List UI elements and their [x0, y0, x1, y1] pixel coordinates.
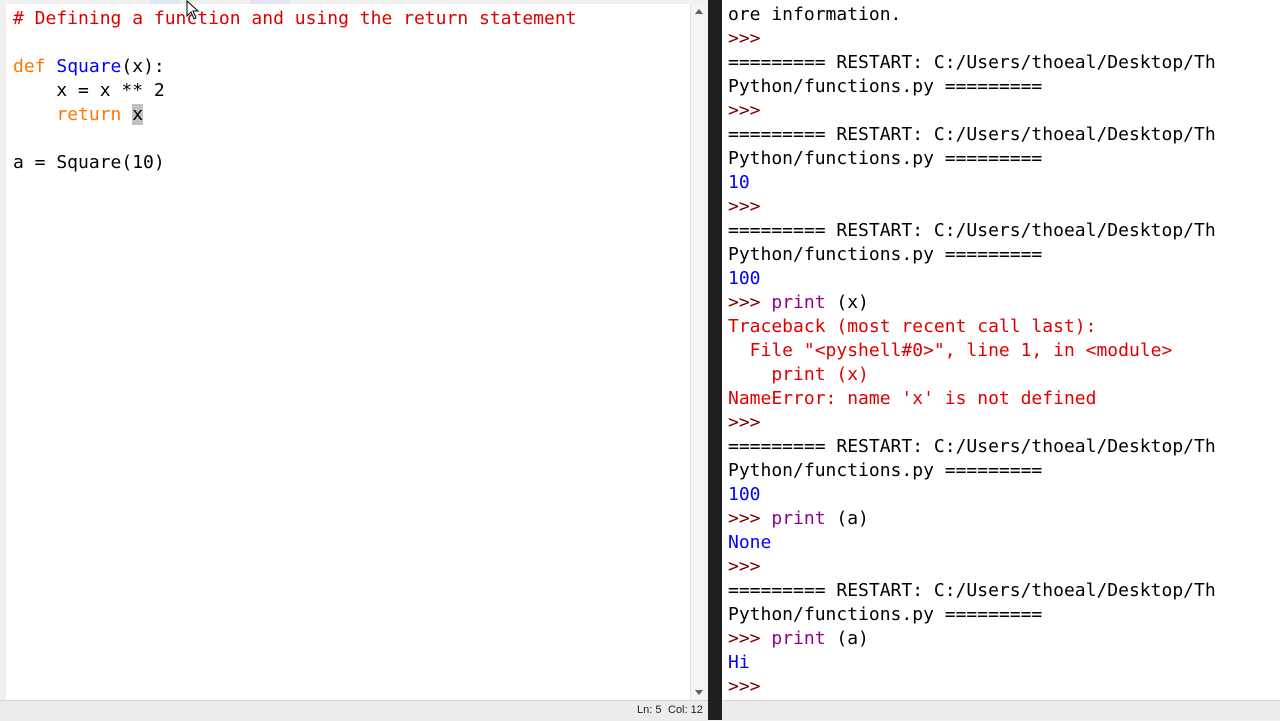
shell-line: None — [728, 531, 1216, 555]
code-token: >>> — [728, 100, 772, 121]
code-token: >>> — [728, 196, 772, 217]
code-token: return — [56, 104, 122, 125]
shell-line: >>> — [728, 195, 1216, 219]
code-token: # Defining a function and using the retu… — [13, 8, 577, 29]
shell-line: >>> — [728, 99, 1216, 123]
code-token: >>> — [728, 508, 772, 529]
shell-output: ore information. >>> ========= RESTART: C… — [728, 3, 1216, 699]
code-token: >>> — [728, 676, 772, 697]
arrow-up-icon[interactable] — [695, 9, 703, 14]
editor-line: return x — [13, 103, 577, 127]
status-line-number: Ln: 5 — [637, 704, 662, 716]
code-token: (x) — [825, 292, 869, 313]
shell-line: ore information. — [728, 3, 1216, 27]
shell-line: >>> — [728, 27, 1216, 51]
code-token: ========= RESTART: C:/Users/thoeal/Deskt… — [728, 436, 1216, 457]
code-token: >>> — [728, 412, 772, 433]
code-token: ========= RESTART: C:/Users/thoeal/Deskt… — [728, 52, 1216, 73]
shell-line: >>> print (a) — [728, 627, 1216, 651]
shell-status-bar — [722, 700, 1280, 720]
shell-line: Python/functions.py ========= — [728, 603, 1216, 627]
code-token: 10 — [728, 172, 750, 193]
shell-line: 10 — [728, 171, 1216, 195]
mouse-pointer-icon — [186, 0, 200, 20]
python-shell-window[interactable]: ore information. >>> ========= RESTART: C… — [722, 0, 1280, 720]
code-token: print — [771, 292, 826, 313]
shell-line: ========= RESTART: C:/Users/thoeal/Deskt… — [728, 51, 1216, 75]
editor-line: def Square(x): — [13, 55, 577, 79]
editor-line: # Defining a function and using the retu… — [13, 7, 577, 31]
code-token: >>> — [728, 556, 772, 577]
code-token: ========= RESTART: C:/Users/thoeal/Deskt… — [728, 220, 1216, 241]
shell-line: NameError: name 'x' is not defined — [728, 387, 1216, 411]
code-token: 100 — [728, 268, 761, 289]
code-token: Python/functions.py ========= — [728, 604, 1043, 625]
shell-line: ========= RESTART: C:/Users/thoeal/Deskt… — [728, 219, 1216, 243]
code-token: (a) — [825, 628, 869, 649]
shell-line: ========= RESTART: C:/Users/thoeal/Deskt… — [728, 123, 1216, 147]
shell-line: Traceback (most recent call last): — [728, 315, 1216, 339]
shell-line: File "<pyshell#0>", line 1, in <module> — [728, 339, 1216, 363]
editor-line: x = x ** 2 — [13, 79, 577, 103]
shell-line: >>> print (x) — [728, 291, 1216, 315]
code-token: 100 — [728, 484, 761, 505]
shell-line: ========= RESTART: C:/Users/thoeal/Deskt… — [728, 579, 1216, 603]
editor-window: # Defining a function and using the retu… — [0, 0, 708, 721]
shell-line: print (x) — [728, 363, 1216, 387]
window-divider — [708, 0, 722, 720]
code-token: Python/functions.py ========= — [728, 460, 1043, 481]
shell-line: Python/functions.py ========= — [728, 75, 1216, 99]
shell-line: >>> — [728, 411, 1216, 435]
shell-line: 100 — [728, 483, 1216, 507]
code-token: Hi — [728, 652, 750, 673]
code-token: ore information. — [728, 4, 902, 25]
shell-line: Hi — [728, 651, 1216, 675]
shell-line: >>> print (a) — [728, 507, 1216, 531]
code-token: >>> — [728, 28, 772, 49]
shell-line: Python/functions.py ========= — [728, 459, 1216, 483]
shell-line: Python/functions.py ========= — [728, 243, 1216, 267]
code-token: (x): — [121, 56, 165, 77]
code-token: def — [13, 56, 46, 77]
editor-vertical-scrollbar[interactable] — [690, 4, 707, 700]
code-token: x = x ** 2 — [13, 80, 165, 101]
editor-code: # Defining a function and using the retu… — [13, 7, 577, 175]
code-token: Traceback (most recent call last): — [728, 316, 1097, 337]
code-token: Square — [56, 56, 122, 77]
code-token: print — [771, 628, 826, 649]
code-token: Python/functions.py ========= — [728, 76, 1043, 97]
code-token: None — [728, 532, 772, 553]
code-token: >>> — [728, 292, 772, 313]
code-token: Python/functions.py ========= — [728, 148, 1043, 169]
editor-line: a = Square(10) — [13, 151, 577, 175]
shell-line: Python/functions.py ========= — [728, 147, 1216, 171]
code-token: print — [771, 508, 826, 529]
shell-line: >>> — [728, 555, 1216, 579]
code-token: File "<pyshell#0>", line 1, in <module> — [728, 340, 1173, 361]
shell-line: >>> — [728, 675, 1216, 699]
code-token: ========= RESTART: C:/Users/thoeal/Deskt… — [728, 580, 1216, 601]
editor-text-area[interactable]: # Defining a function and using the retu… — [6, 4, 690, 700]
code-token: ========= RESTART: C:/Users/thoeal/Deskt… — [728, 124, 1216, 145]
code-token: >>> — [728, 628, 772, 649]
code-token: Python/functions.py ========= — [728, 244, 1043, 265]
code-token: (a) — [825, 508, 869, 529]
status-column-number: Col: 12 — [668, 704, 703, 716]
code-token: a = Square(10) — [13, 152, 165, 173]
code-token: x — [132, 104, 144, 125]
shell-line: 100 — [728, 267, 1216, 291]
editor-status-bar: Ln: 5 Col: 12 — [0, 700, 708, 721]
code-token: print (x) — [728, 364, 869, 385]
shell-line: ========= RESTART: C:/Users/thoeal/Deskt… — [728, 435, 1216, 459]
arrow-down-icon[interactable] — [695, 690, 703, 695]
code-token: NameError: name 'x' is not defined — [728, 388, 1097, 409]
